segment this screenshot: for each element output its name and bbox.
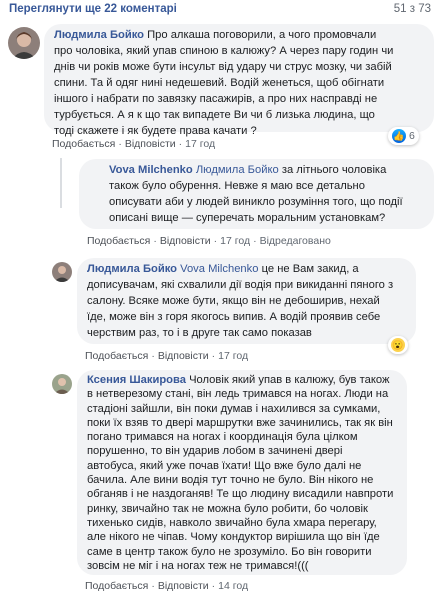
comment-text: про чоловіка, який упав спиною в калюжу?… xyxy=(54,45,394,57)
comment-text: порушенно, то він ударив лобом в зачинен… xyxy=(87,445,343,458)
comment-text: за літнього чоловіка xyxy=(278,164,387,176)
comment-time[interactable]: 17 год xyxy=(220,235,250,247)
comment-text: тоді скажете і як будете права качати ? xyxy=(54,125,257,137)
comment-text: також було обурення. Невже я маю все дет… xyxy=(109,180,365,192)
wow-icon: 😮 xyxy=(391,338,405,352)
comment-actions: Подобається · Відповісти · 17 год · Відредагов… xyxy=(87,235,331,247)
comment-author[interactable]: Vova Milchenko xyxy=(109,164,193,176)
comment-bubble: Ксения Шакирова Чоловік який упав в калю… xyxy=(77,370,407,575)
comment-text: в нетверезому стані, він ледь тримався н… xyxy=(87,388,389,401)
comment-text: салону. Всяке може бути, якщо він не деб… xyxy=(87,295,380,307)
comment-time[interactable]: 14 год xyxy=(218,580,248,592)
comment-text: погано тримався на ногах і координація б… xyxy=(87,431,358,444)
comment-text: саме в центр також було не зрозуміло. Бо… xyxy=(87,545,372,558)
comment-page-count: 51 з 73 xyxy=(393,3,431,15)
like-link[interactable]: Подобається xyxy=(85,580,148,592)
comment-author[interactable]: Людмила Бойко xyxy=(87,263,177,275)
reaction-badge[interactable]: 😮 xyxy=(388,336,408,354)
comment-text: описувати аби у людей виникло розуміння … xyxy=(109,196,403,208)
reply-link[interactable]: Відповісти xyxy=(158,350,209,362)
like-icon: 👍 xyxy=(392,129,406,143)
comment-text: автобуса, який уже почав їхати! Що вже б… xyxy=(87,459,362,472)
edited-label[interactable]: Відредаговано xyxy=(260,235,331,247)
reply-thread-line xyxy=(60,158,62,208)
comment-text: поки їх взяв то двері маршрутки вже зачи… xyxy=(87,416,393,429)
comment-text: іншого і набрати по завязку пасажирів, а… xyxy=(54,93,378,105)
comment-text: зовсім не міг і на ногах теж не тримався… xyxy=(87,559,309,572)
comment-text: днів чи років може бути інсульт від удар… xyxy=(54,61,392,73)
comment-text: це не Вам закид, а xyxy=(258,263,359,275)
reply-link[interactable]: Відповісти xyxy=(160,235,211,247)
comments-header: Переглянути ще 22 коментарі 51 з 73 xyxy=(0,0,445,18)
comment-text: описані вище — суперечать моральним уста… xyxy=(109,212,386,224)
avatar[interactable] xyxy=(8,27,40,59)
reaction-badge[interactable]: 👍 6 xyxy=(388,127,419,145)
comment-text: спини. Та й одяг нині недешевий. Водій ж… xyxy=(54,77,385,89)
reaction-count: 6 xyxy=(409,130,415,142)
comment-text: дописувачам, які схвалили дії водія при … xyxy=(87,279,394,291)
comment-author[interactable]: Ксения Шакирова xyxy=(87,374,186,386)
comment-text: але нікого не чіпав. Чому кондуктор вирі… xyxy=(87,531,380,544)
like-link[interactable]: Подобається xyxy=(52,138,115,150)
mention-link[interactable]: Людмила Бойко xyxy=(196,164,279,176)
comment-text: стадіоні зайшли, він поки думав і нахили… xyxy=(87,402,381,415)
comment-actions: Подобається · Відповісти · 14 год xyxy=(85,580,249,592)
like-link[interactable]: Подобається xyxy=(85,350,148,362)
comment-actions: Подобається · Відповісти · 17 год xyxy=(85,350,249,362)
comment-text: Про алкаша поговорили, а чого промовчали xyxy=(144,29,377,41)
comment-text: турбується. А я к що так випадете Ви чи … xyxy=(54,109,375,121)
comment-bubble: Людмила Бойко Про алкаша поговорили, а ч… xyxy=(44,24,434,137)
comment-bubble: Людмила Бойко Vova Milchenko це не Вам з… xyxy=(77,258,416,344)
comment-time[interactable]: 17 год xyxy=(185,138,215,150)
mention-link[interactable]: Vova Milchenko xyxy=(180,263,258,275)
comment-bubble: Vova Milchenko Людмила Бойко за літнього… xyxy=(79,159,434,229)
comment-text: черствим раз, то і в друге так само пока… xyxy=(87,327,312,339)
view-more-comments-link[interactable]: Переглянути ще 22 коментарі xyxy=(9,3,177,15)
comment-text: тихенько сидів, навколо звичайно була хм… xyxy=(87,516,377,529)
comment-author[interactable]: Людмила Бойко xyxy=(54,29,144,41)
comment-text: ринку, звичайно так не можна було робити… xyxy=(87,502,368,515)
reply-link[interactable]: Відповісти xyxy=(158,580,209,592)
avatar[interactable] xyxy=(52,262,72,282)
comment-text: Чоловік який упав в калюжу, був також xyxy=(185,374,390,386)
comment-text: бачила. Але вини водія тут точно не було… xyxy=(87,474,374,487)
like-link[interactable]: Подобається xyxy=(87,235,150,247)
avatar[interactable] xyxy=(52,374,72,394)
reply-link[interactable]: Відповісти xyxy=(125,138,176,150)
comment-time[interactable]: 17 год xyxy=(218,350,248,362)
comment-text: їде, може він з горя якогось випив. А во… xyxy=(87,311,381,323)
comment-text: обганяв і не наздоганяв! Те що людину ви… xyxy=(87,488,394,501)
comment-actions: Подобається · Відповісти · 17 год xyxy=(52,138,216,150)
